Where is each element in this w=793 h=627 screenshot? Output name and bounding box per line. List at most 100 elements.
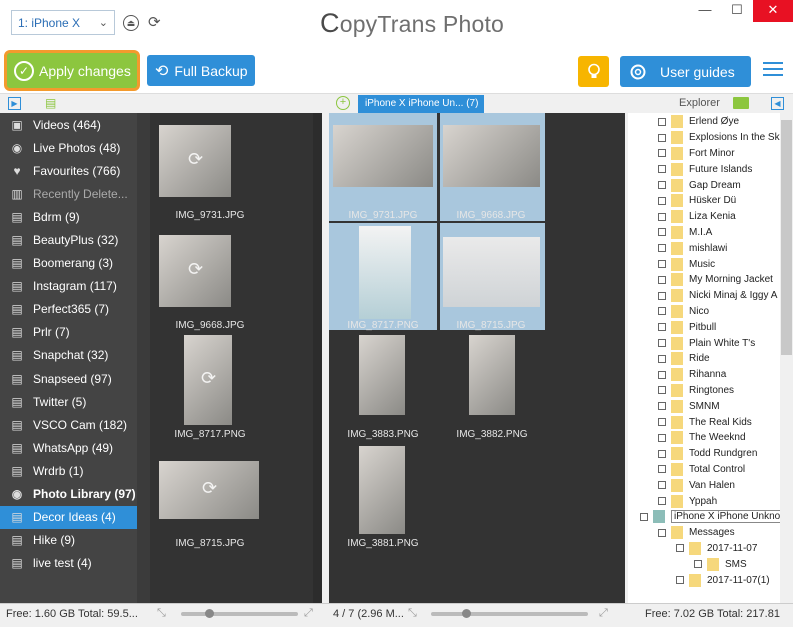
tree-node[interactable]: Total Control: [628, 462, 780, 478]
tree-node[interactable]: Nico: [628, 304, 780, 320]
shrink-icon[interactable]: ⤡: [408, 607, 417, 620]
add-tab-icon[interactable]: +: [336, 96, 350, 110]
tree-node[interactable]: Future Islands: [628, 161, 780, 177]
sidebar-album-item[interactable]: ▤ Hike (9): [0, 529, 150, 552]
tree-node[interactable]: Nicki Minaj & Iggy A: [628, 288, 780, 304]
sidebar-album-item[interactable]: ♥ Favourites (766): [0, 159, 150, 182]
tree-expander-icon[interactable]: [658, 528, 666, 537]
sidebar-album-item[interactable]: ▤ BeautyPlus (32): [0, 228, 150, 251]
tree-expander-icon[interactable]: [658, 481, 666, 490]
tree-node[interactable]: The Real Kids: [628, 414, 780, 430]
tree-node[interactable]: Plain White T's: [628, 335, 780, 351]
close-button[interactable]: ✕: [753, 0, 793, 22]
tree-expander-icon[interactable]: [658, 117, 666, 126]
tree-expander-icon[interactable]: [658, 260, 666, 269]
tree-node[interactable]: SMNM: [628, 398, 780, 414]
sidebar-album-item[interactable]: ▤ Boomerang (3): [0, 252, 150, 275]
sidebar-scrollbar[interactable]: [137, 113, 150, 603]
tree-node[interactable]: 2017-11-07(1): [628, 572, 780, 588]
zoom-slider-left[interactable]: [181, 612, 298, 616]
full-backup-button[interactable]: ⟲ Full Backup: [147, 55, 255, 86]
tree-node[interactable]: Van Halen: [628, 477, 780, 493]
shrink-icon[interactable]: ⤡: [157, 607, 166, 620]
sidebar-album-item[interactable]: ▤ Instagram (117): [0, 275, 150, 298]
sidebar-album-item[interactable]: ▤ VSCO Cam (182): [0, 413, 150, 436]
sidebar-album-item[interactable]: ▤ WhatsApp (49): [0, 436, 150, 459]
new-album-icon[interactable]: ▤: [45, 96, 61, 110]
tree-node[interactable]: Ride: [628, 351, 780, 367]
tree-node[interactable]: Fort Minor: [628, 146, 780, 162]
tree-expander-icon[interactable]: [658, 465, 666, 474]
tree-expander-icon[interactable]: [658, 212, 666, 221]
zoom-slider-mid-knob[interactable]: [462, 609, 471, 618]
sidebar-album-item[interactable]: ▤ Prlr (7): [0, 321, 150, 344]
tree-expander-icon[interactable]: [658, 449, 666, 458]
zoom-slider-mid[interactable]: [431, 612, 588, 616]
tree-node[interactable]: My Morning Jacket: [628, 272, 780, 288]
tree-node[interactable]: iPhone X iPhone Unknown: [628, 509, 780, 525]
tree-expander-icon[interactable]: [658, 497, 666, 506]
tree-expander-icon[interactable]: [694, 560, 702, 569]
sidebar-album-item[interactable]: ▤ Wrdrb (1): [0, 459, 150, 482]
tree-node[interactable]: M.I.A: [628, 225, 780, 241]
user-guides-button[interactable]: User guides: [620, 56, 751, 87]
sidebar-album-item[interactable]: ▤ Snapseed (97): [0, 367, 150, 390]
zoom-slider-left-knob[interactable]: [205, 609, 214, 618]
refresh-icon[interactable]: ⟳: [148, 13, 161, 31]
tree-expander-icon[interactable]: [658, 165, 666, 174]
apply-changes-button[interactable]: ✓ Apply changes: [4, 50, 140, 91]
tree-node[interactable]: Ringtones: [628, 383, 780, 399]
sidebar-album-item[interactable]: ▤ Twitter (5): [0, 390, 150, 413]
sidebar-album-item[interactable]: ▣ Videos (464): [0, 113, 150, 136]
tree-expander-icon[interactable]: [658, 418, 666, 427]
expand-icon[interactable]: ⤢: [304, 607, 313, 620]
sidebar-album-item[interactable]: ▥ Recently Delete...: [0, 182, 150, 205]
tree-expander-icon[interactable]: [658, 228, 666, 237]
tree-expander-icon[interactable]: [658, 275, 666, 284]
tree-expander-icon[interactable]: [658, 133, 666, 142]
tree-node[interactable]: SMS: [628, 556, 780, 572]
tree-expander-icon[interactable]: [658, 196, 666, 205]
tree-node[interactable]: Explosions In the Sk: [628, 130, 780, 146]
eject-icon[interactable]: ⏏: [123, 15, 139, 31]
sidebar-album-item[interactable]: ◉ Live Photos (48): [0, 136, 150, 159]
tree-expander-icon[interactable]: [658, 291, 666, 300]
tree-node[interactable]: Music: [628, 256, 780, 272]
tree-expander-icon[interactable]: [658, 354, 666, 363]
device-select[interactable]: 1: iPhone X ⌄: [11, 10, 115, 35]
tree-expander-icon[interactable]: [658, 402, 666, 411]
hamburger-menu-icon[interactable]: [763, 62, 783, 78]
lightbulb-button[interactable]: [578, 56, 609, 87]
folder-icon[interactable]: [733, 97, 749, 109]
sidebar-album-item[interactable]: ◉ Photo Library (97): [0, 483, 150, 506]
sidebar-album-item[interactable]: ▤ Snapchat (32): [0, 344, 150, 367]
tree-expander-icon[interactable]: [658, 181, 666, 190]
tree-expander-icon[interactable]: [658, 433, 666, 442]
tree-node[interactable]: The Weeknd: [628, 430, 780, 446]
expand-icon[interactable]: ⤢: [599, 607, 608, 620]
maximize-button[interactable]: ☐: [722, 0, 752, 22]
tree-node[interactable]: Gap Dream: [628, 177, 780, 193]
tree-expander-icon[interactable]: [658, 370, 666, 379]
minimize-button[interactable]: —: [690, 0, 720, 22]
pane1-scrollbar[interactable]: [313, 113, 322, 603]
tree-node[interactable]: Yppah: [628, 493, 780, 509]
sidebar-album-item[interactable]: ▤ live test (4): [0, 552, 150, 575]
tree-node[interactable]: Erlend Øye: [628, 114, 780, 130]
tree-node[interactable]: Liza Kenia: [628, 209, 780, 225]
tree-node[interactable]: Messages: [628, 525, 780, 541]
tree-expander-icon[interactable]: [640, 512, 648, 521]
sidebar-album-item[interactable]: ▤ Perfect365 (7): [0, 298, 150, 321]
tree-expander-icon[interactable]: [658, 149, 666, 158]
tree-node[interactable]: Todd Rundgren: [628, 446, 780, 462]
tree-node[interactable]: mishlawi: [628, 240, 780, 256]
tree-expander-icon[interactable]: [658, 339, 666, 348]
tree-expander-icon[interactable]: [658, 386, 666, 395]
tree-expander-icon[interactable]: [676, 576, 684, 584]
tree-expander-icon[interactable]: [658, 244, 666, 253]
tree-node[interactable]: Hüsker Dü: [628, 193, 780, 209]
tree-node[interactable]: 2017-11-07: [628, 541, 780, 557]
collapse-right-icon[interactable]: ◀: [771, 97, 784, 110]
photo-thumbnail[interactable]: ⟳ IMG_8715.JPG: [150, 113, 270, 603]
tab-iphone-x[interactable]: iPhone X iPhone Un... (7): [358, 95, 484, 113]
